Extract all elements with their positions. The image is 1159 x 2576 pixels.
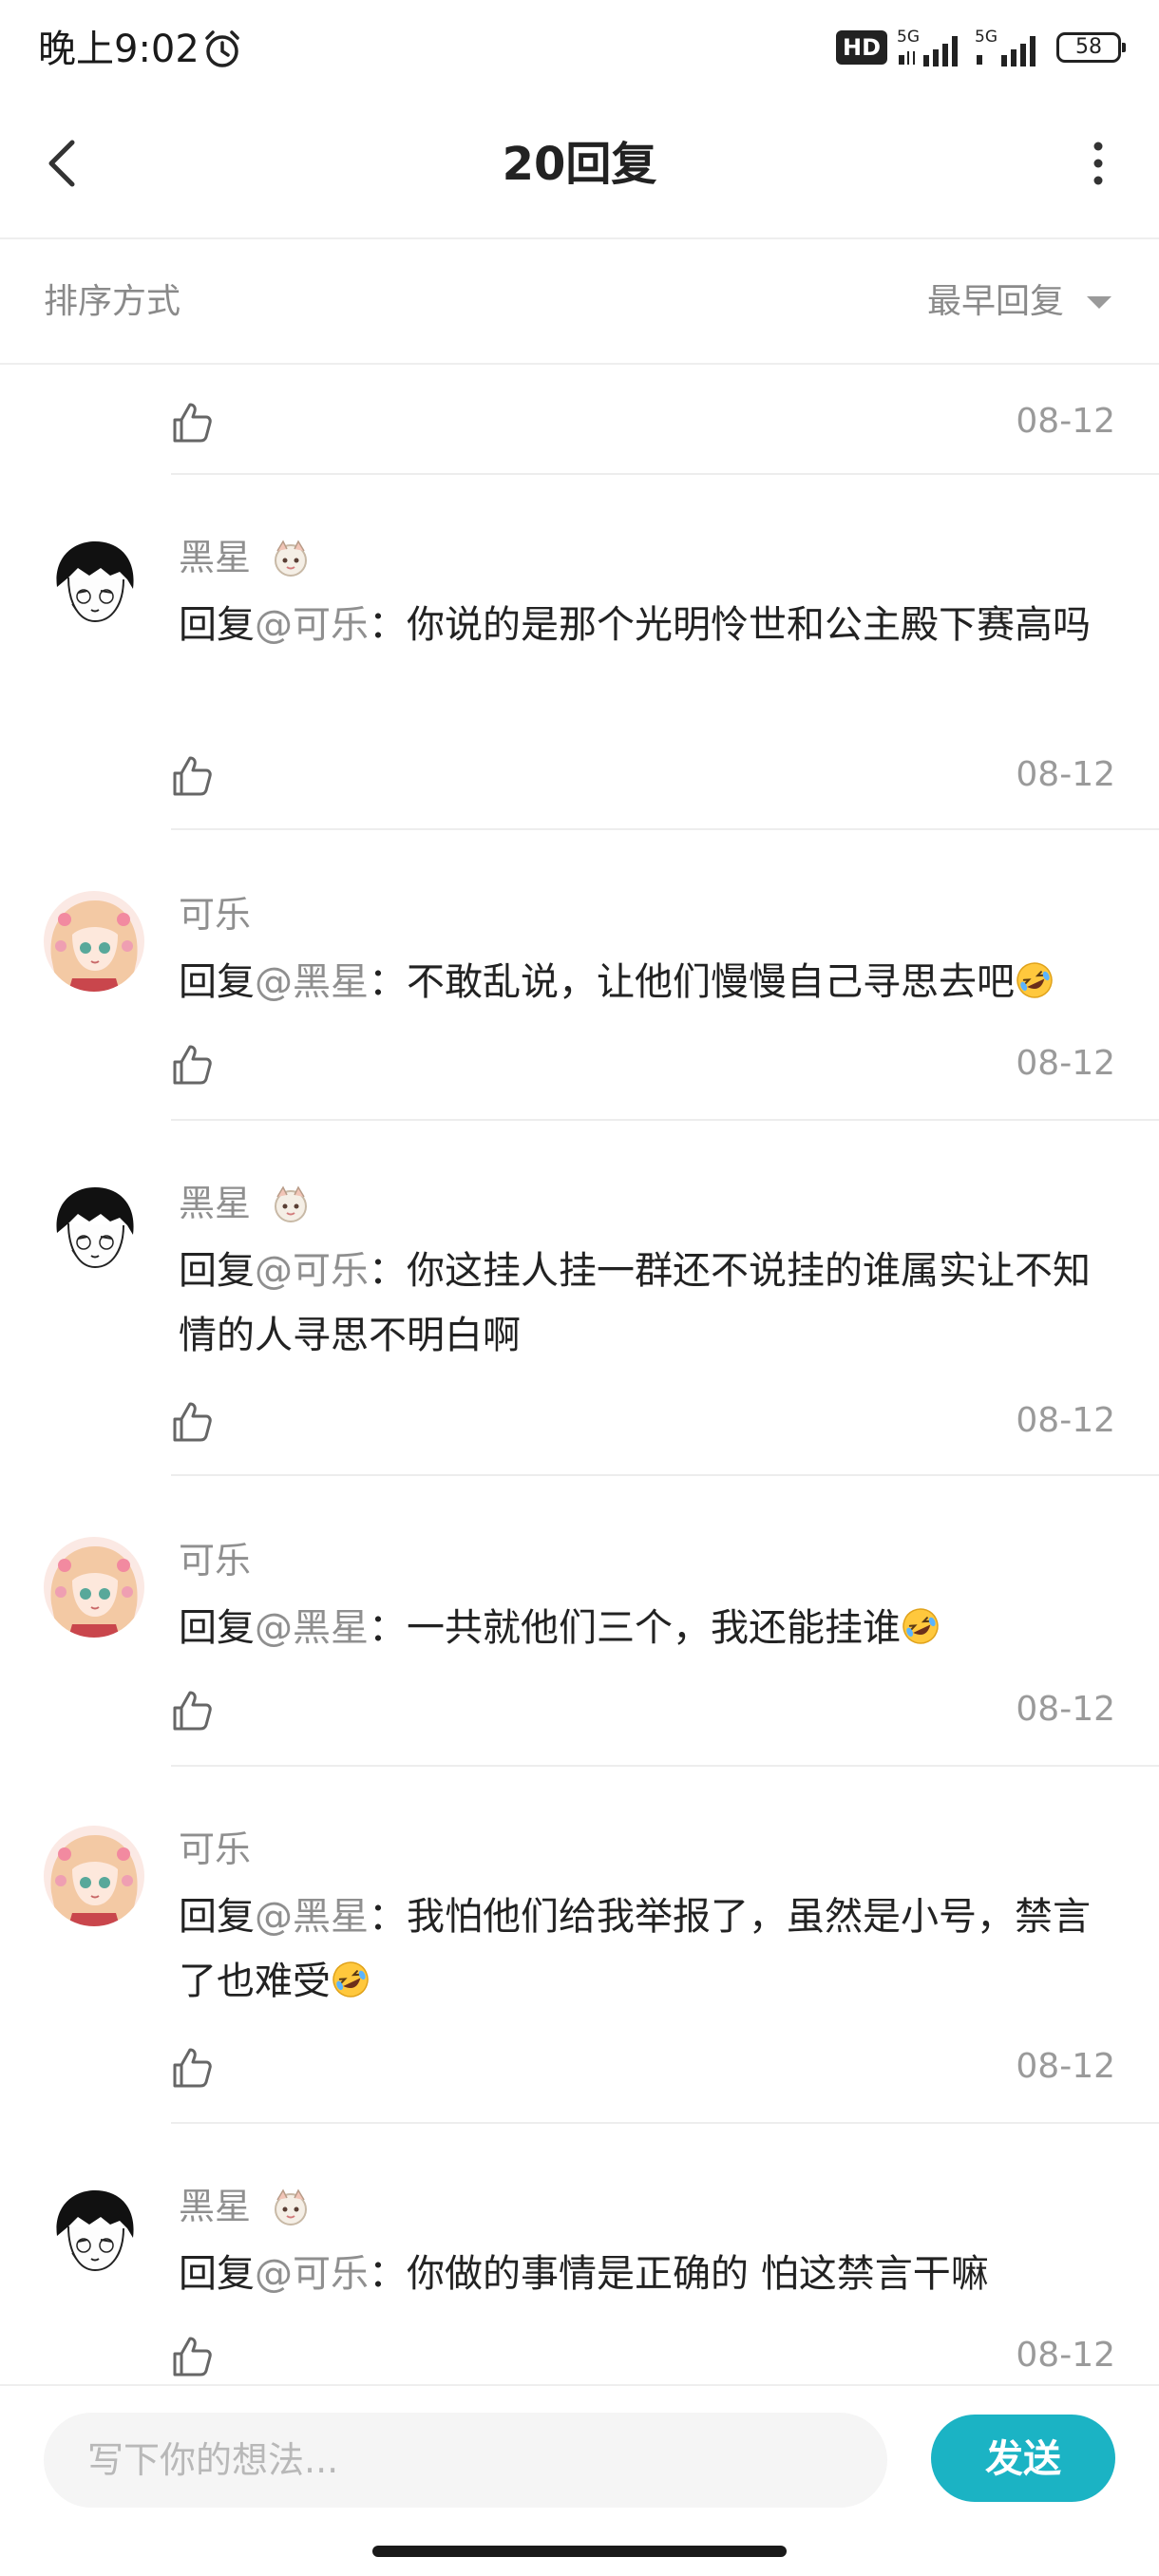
avatar[interactable] (44, 1537, 144, 1638)
reply-date: 08-12 (1016, 1044, 1115, 1083)
avatar-image (44, 891, 144, 992)
reply-prefix: 回复 (179, 2252, 255, 2296)
divider (171, 1119, 1159, 1121)
avatar-image (44, 2183, 144, 2283)
battery-indicator: 58 (1056, 32, 1126, 63)
user-name[interactable]: 可乐 (179, 1826, 251, 1873)
user-badge-icon (275, 1185, 307, 1222)
colon: ： (369, 1249, 407, 1293)
colon: ： (369, 2252, 407, 2296)
reply-prefix: 回复 (179, 1895, 255, 1939)
reply-date: 08-12 (1016, 2047, 1115, 2086)
reply-content: 回复@可乐：你说的是那个光明怜世和公主殿下赛高吗 (179, 593, 1100, 657)
alarm-clock-icon (205, 30, 239, 67)
rolling-laughing-emoji (332, 1961, 369, 1998)
status-bar: 晚上9:02 HD 5G 5G 58 (0, 0, 1159, 95)
rolling-laughing-emoji (902, 1608, 939, 1644)
thumbs-up-icon[interactable] (171, 1689, 215, 1733)
divider (171, 1765, 1159, 1767)
reply-content: 回复@黑星：不敢乱说，让他们慢慢自己寻思去吧 (179, 950, 1100, 1014)
reply-text: 你说的是那个光明怜世和公主殿下赛高吗 (407, 603, 1091, 647)
status-time: 晚上9:02 (38, 28, 200, 71)
avatar[interactable] (44, 534, 144, 635)
sort-label: 排序方式 (44, 282, 181, 321)
reply-text: 不敢乱说，让他们慢慢自己寻思去吧 (407, 960, 1015, 1004)
thumbs-up-icon[interactable] (171, 401, 215, 445)
thumbs-up-icon[interactable] (171, 1043, 215, 1087)
avatar[interactable] (44, 891, 144, 992)
thumbs-up-icon[interactable] (171, 2335, 215, 2378)
colon: ： (369, 1895, 407, 1939)
avatar-image (44, 1180, 144, 1280)
user-name[interactable]: 可乐 (179, 1537, 251, 1584)
avatar[interactable] (44, 1180, 144, 1280)
reply-date: 08-12 (1016, 1401, 1115, 1440)
status-icons: HD 5G 5G 58 (836, 27, 1126, 70)
reply-input[interactable] (44, 2413, 887, 2508)
caret-down-icon (1087, 296, 1112, 309)
reply-date: 08-12 (1016, 1690, 1115, 1729)
signal-icon-2: 5G (975, 28, 1036, 66)
reply-item: 可乐 回复@黑星：我怕他们给我举报了，虽然是小号，禁言了也难受 (0, 1826, 1159, 2073)
reply-text: 你做的事情是正确的 怕这禁言干嘛 (407, 2252, 989, 2296)
sort-bar: 排序方式 最早回复 (0, 239, 1159, 365)
more-options-icon[interactable] (1070, 129, 1127, 198)
avatar[interactable] (44, 1826, 144, 1926)
colon: ： (369, 603, 407, 647)
reply-item: 黑星 回复@可乐：你这挂人挂一群还不说挂的谁属实让不知情的人寻思不明白啊 (0, 1180, 1159, 1427)
reply-item: 黑星 回复@可乐：你说的是那个光明怜世和公主殿下赛高吗 (0, 534, 1159, 781)
divider (171, 828, 1159, 830)
top-app-bar: 20回复 (0, 95, 1159, 239)
mention-link[interactable]: @可乐 (255, 603, 369, 647)
reply-prefix: 回复 (179, 1249, 255, 1293)
avatar[interactable] (44, 2183, 144, 2283)
avatar-image (44, 1537, 144, 1638)
mention-link[interactable]: @黑星 (255, 1895, 369, 1939)
reply-text: 一共就他们三个，我还能挂谁 (407, 1606, 901, 1650)
user-name[interactable]: 黑星 (179, 534, 251, 581)
page-title: 20回复 (502, 138, 657, 191)
reply-date: 08-12 (1016, 755, 1115, 794)
mention-link[interactable]: @可乐 (255, 1249, 369, 1293)
mention-link[interactable]: @黑星 (255, 1606, 369, 1650)
rolling-laughing-emoji (1016, 962, 1053, 998)
reply-date: 08-12 (1016, 402, 1115, 441)
divider (171, 2122, 1159, 2124)
network-type-label-2: 5G (975, 28, 998, 47)
thumbs-up-icon[interactable] (171, 2046, 215, 2090)
divider (171, 1474, 1159, 1476)
reply-input-bar: 发送 (0, 2384, 1159, 2536)
signal-icon: 5G (897, 28, 958, 66)
network-type-label-1: 5G (897, 28, 920, 47)
user-name[interactable]: 黑星 (179, 1180, 251, 1227)
thumbs-up-icon[interactable] (171, 1400, 215, 1444)
colon: ： (369, 1606, 407, 1650)
user-name[interactable]: 黑星 (179, 2183, 251, 2230)
reply-content: 回复@可乐：你这挂人挂一群还不说挂的谁属实让不知情的人寻思不明白啊 (179, 1239, 1100, 1368)
reply-prefix: 回复 (179, 1606, 255, 1650)
sort-order-value: 最早回复 (926, 282, 1064, 321)
colon: ： (369, 960, 407, 1004)
avatar-image (44, 534, 144, 635)
reply-list[interactable]: 08-12 黑星 回复@可乐：你说的是那个光明怜世和公主殿下赛高吗 08-12 … (0, 365, 1159, 2384)
divider (171, 473, 1159, 475)
user-name[interactable]: 可乐 (179, 891, 251, 938)
reply-date: 08-12 (1016, 2336, 1115, 2375)
user-badge-icon (275, 540, 307, 577)
send-button[interactable]: 发送 (931, 2415, 1115, 2502)
sort-order-dropdown[interactable]: 最早回复 (927, 279, 1112, 325)
reply-prefix: 回复 (179, 603, 255, 647)
home-indicator[interactable] (372, 2546, 787, 2557)
user-badge-icon (275, 2188, 307, 2226)
reply-content: 回复@黑星：我怕他们给我举报了，虽然是小号，禁言了也难受 (179, 1885, 1100, 2014)
reply-content: 回复@可乐：你做的事情是正确的 怕这禁言干嘛 (179, 2242, 1100, 2306)
thumbs-up-icon[interactable] (171, 754, 215, 798)
reply-content: 回复@黑星：一共就他们三个，我还能挂谁 (179, 1596, 1100, 1660)
hd-voice-badge: HD (836, 30, 887, 65)
avatar-image (44, 1826, 144, 1926)
mention-link[interactable]: @黑星 (255, 960, 369, 1004)
reply-prefix: 回复 (179, 960, 255, 1004)
mention-link[interactable]: @可乐 (255, 2252, 369, 2296)
